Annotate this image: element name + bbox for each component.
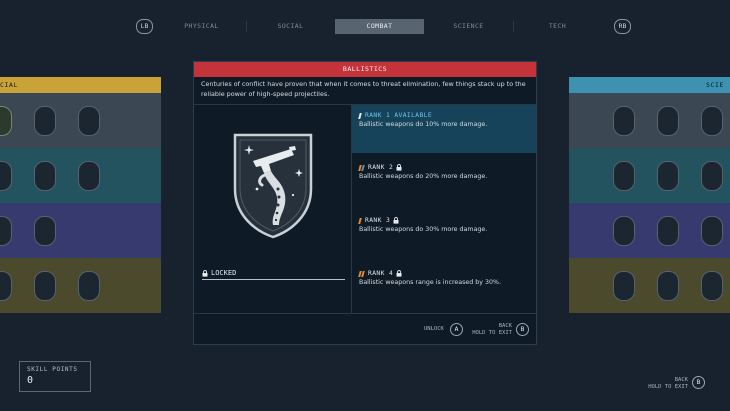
rank-pips-icon	[358, 164, 365, 171]
skill-title: BALLISTICS	[194, 62, 536, 77]
social-skill-column: CIAL	[0, 77, 161, 313]
rank-description: Ballistic weapons do 10% more damage.	[359, 121, 488, 128]
skill-node[interactable]	[0, 270, 12, 301]
skill-detail-popup: BALLISTICS Centuries of conflict have pr…	[193, 61, 537, 345]
rank-pips-icon	[358, 270, 365, 277]
hold-to-exit-label: HOLD TO EXIT	[472, 330, 512, 336]
skill-tier-band	[0, 258, 161, 313]
skill-node[interactable]	[0, 160, 12, 191]
social-column-header: CIAL	[0, 77, 161, 93]
rb-bumper-button[interactable]: RB	[614, 19, 631, 34]
lock-icon	[202, 269, 208, 277]
skill-tier-band	[569, 93, 730, 148]
skill-node[interactable]	[657, 270, 679, 301]
rank-4-item[interactable]: RANK 4 Ballistic weapons range is increa…	[352, 263, 536, 288]
science-skill-column: SCIE	[569, 77, 730, 313]
back-label: BACK	[498, 323, 512, 329]
skill-tier-band	[569, 258, 730, 313]
tab-tech[interactable]: TECH	[513, 19, 602, 34]
skill-node[interactable]	[34, 105, 56, 136]
rank-description: Ballistic weapons do 30% more damage.	[359, 226, 488, 233]
b-button-icon: B	[692, 376, 705, 389]
rank-1-item[interactable]: RANK 1 AVAILABLE Ballistic weapons do 10…	[352, 105, 536, 153]
skill-node[interactable]	[701, 215, 723, 246]
rank-description: Ballistic weapons range is increased by …	[359, 279, 501, 286]
skill-tier-band	[0, 93, 161, 148]
skill-points-label: SKILL POINTS	[27, 366, 78, 373]
tab-social[interactable]: SOCIAL	[246, 19, 335, 34]
skill-node[interactable]	[613, 270, 635, 301]
rank-3-item[interactable]: RANK 3 Ballistic weapons do 30% more dam…	[352, 210, 536, 235]
tab-combat[interactable]: COMBAT	[335, 19, 424, 34]
skill-points-panel: SKILL POINTS 0	[19, 361, 91, 392]
b-button-icon: B	[516, 323, 529, 336]
skill-node[interactable]	[657, 215, 679, 246]
skill-node[interactable]	[78, 270, 100, 301]
back-button[interactable]: BACK HOLD TO EXIT	[470, 323, 512, 337]
skill-node[interactable]	[613, 160, 635, 191]
rank-label: RANK 3	[365, 217, 391, 224]
a-button-icon: A	[450, 323, 463, 336]
skill-node[interactable]	[34, 215, 56, 246]
pistol-tentacle-badge-icon	[233, 133, 313, 239]
skill-node[interactable]	[0, 105, 12, 136]
tab-physical[interactable]: PHYSICAL	[157, 19, 246, 34]
skill-node[interactable]	[0, 215, 12, 246]
skill-points-value: 0	[27, 375, 34, 386]
tab-science[interactable]: SCIENCE	[424, 19, 513, 34]
lb-bumper-button[interactable]: LB	[136, 19, 153, 34]
rank-pips-icon	[358, 112, 362, 119]
skill-description: Centuries of conflict have proven that w…	[194, 77, 536, 105]
unlock-label: UNLOCK	[424, 326, 444, 332]
skill-node[interactable]	[78, 160, 100, 191]
popup-footer: UNLOCK A BACK HOLD TO EXIT B	[194, 313, 536, 344]
lock-icon	[396, 164, 402, 171]
skill-node[interactable]	[701, 270, 723, 301]
lock-icon	[396, 270, 402, 277]
rank-description: Ballistic weapons do 20% more damage.	[359, 173, 488, 180]
skill-node[interactable]	[34, 160, 56, 191]
lock-icon	[393, 217, 399, 224]
skill-node[interactable]	[657, 105, 679, 136]
skill-node[interactable]	[613, 105, 635, 136]
rank-label: RANK 2	[368, 164, 394, 171]
skill-node[interactable]	[657, 160, 679, 191]
skill-tier-band	[569, 148, 730, 203]
unlock-button[interactable]: UNLOCK	[424, 326, 444, 333]
skill-node[interactable]	[701, 105, 723, 136]
skill-node[interactable]	[34, 270, 56, 301]
rank-label: RANK 1 AVAILABLE	[365, 112, 433, 119]
skill-node[interactable]	[78, 105, 100, 136]
hold-to-exit-label: HOLD TO EXIT	[648, 384, 688, 390]
back-label: BACK	[674, 377, 688, 383]
rank-list: RANK 1 AVAILABLE Ballistic weapons do 10…	[352, 105, 536, 313]
locked-label: LOCKED	[211, 269, 237, 277]
rank-label: RANK 4	[368, 270, 394, 277]
locked-status: LOCKED	[202, 268, 345, 280]
skill-badge-pane: LOCKED	[194, 105, 352, 313]
skill-tier-band	[0, 203, 161, 258]
skill-node[interactable]	[701, 160, 723, 191]
skill-tier-band	[569, 203, 730, 258]
skill-tier-band	[0, 148, 161, 203]
rank-2-item[interactable]: RANK 2 Ballistic weapons do 20% more dam…	[352, 157, 536, 182]
skill-node[interactable]	[613, 215, 635, 246]
rank-pips-icon	[358, 217, 362, 224]
science-column-header: SCIE	[569, 77, 730, 93]
